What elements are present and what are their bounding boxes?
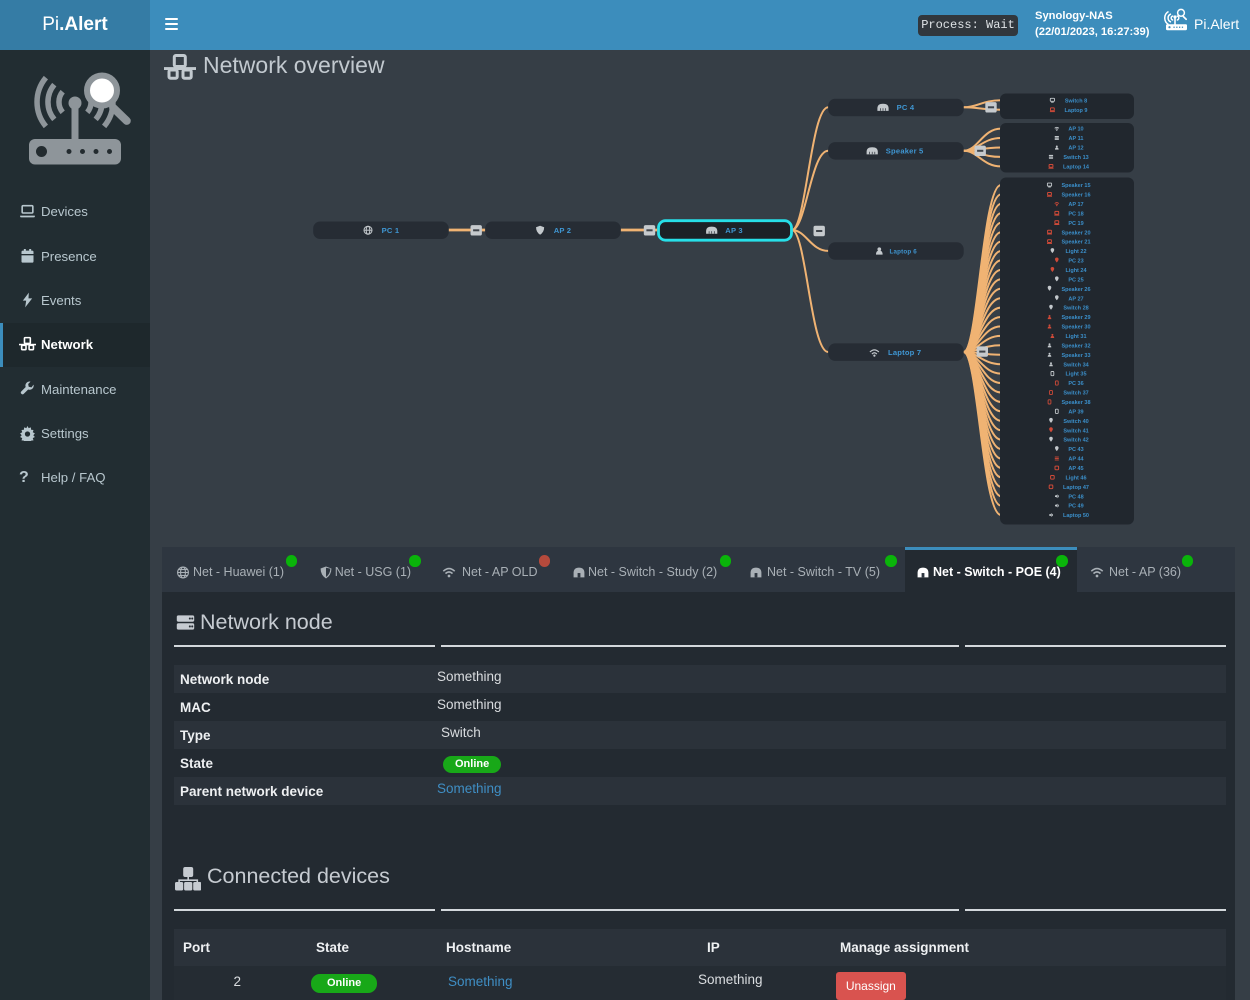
svg-text:AP 2: AP 2 [554,226,572,235]
svg-text:Light 35: Light 35 [1065,372,1086,378]
svg-text:Speaker 21: Speaker 21 [1061,240,1090,246]
svg-text:Switch 8: Switch 8 [1065,98,1087,104]
svg-text:AP 12: AP 12 [1068,146,1083,152]
svg-text:AP 39: AP 39 [1068,409,1083,415]
svg-text:PC 18: PC 18 [1068,211,1083,217]
svg-text:Switch 42: Switch 42 [1063,438,1088,444]
svg-text:Speaker 15: Speaker 15 [1061,183,1090,189]
svg-text:AP 44: AP 44 [1068,457,1084,463]
svg-text:Speaker 16: Speaker 16 [1061,193,1090,199]
svg-text:Laptop 14: Laptop 14 [1063,165,1090,171]
svg-text:Switch 28: Switch 28 [1063,306,1088,312]
svg-text:PC 4: PC 4 [897,103,915,112]
svg-text:Laptop 50: Laptop 50 [1063,513,1089,519]
svg-text:PC 49: PC 49 [1068,504,1083,510]
svg-text:AP 11: AP 11 [1069,136,1084,142]
svg-text:Laptop 7: Laptop 7 [888,348,921,357]
svg-text:Switch 34: Switch 34 [1063,362,1089,368]
svg-text:Laptop 9: Laptop 9 [1065,108,1088,114]
svg-text:AP 17: AP 17 [1068,202,1083,208]
svg-text:AP 10: AP 10 [1068,127,1083,133]
svg-text:Speaker 33: Speaker 33 [1061,353,1090,359]
svg-text:Switch 37: Switch 37 [1063,391,1088,397]
svg-text:PC 36: PC 36 [1068,381,1083,387]
svg-text:AP 45: AP 45 [1068,466,1083,472]
svg-text:PC 43: PC 43 [1068,447,1083,453]
svg-text:Speaker 26: Speaker 26 [1061,287,1090,293]
svg-text:Speaker 32: Speaker 32 [1061,343,1090,349]
svg-text:Speaker 30: Speaker 30 [1061,325,1090,331]
svg-text:Light 22: Light 22 [1065,249,1086,255]
svg-text:Speaker 5: Speaker 5 [886,147,924,156]
svg-text:Light 31: Light 31 [1065,334,1086,340]
svg-text:Switch 41: Switch 41 [1063,428,1088,434]
svg-text:PC 1: PC 1 [382,226,400,235]
svg-text:Switch 13: Switch 13 [1063,155,1088,161]
svg-text:Laptop 6: Laptop 6 [890,249,918,256]
svg-text:PC 23: PC 23 [1068,259,1083,265]
svg-text:Speaker 29: Speaker 29 [1061,315,1090,321]
svg-text:Laptop 47: Laptop 47 [1063,485,1089,491]
svg-text:PC 48: PC 48 [1068,494,1083,500]
svg-text:Light 24: Light 24 [1065,268,1087,274]
svg-text:PC 19: PC 19 [1068,221,1083,227]
svg-text:Speaker 38: Speaker 38 [1061,400,1090,406]
svg-text:Switch 40: Switch 40 [1063,419,1088,425]
svg-text:AP 3: AP 3 [725,226,743,235]
svg-text:PC 25: PC 25 [1068,277,1083,283]
svg-text:Light 46: Light 46 [1065,475,1086,481]
svg-text:AP 27: AP 27 [1068,296,1083,302]
svg-text:Speaker 20: Speaker 20 [1061,230,1090,236]
